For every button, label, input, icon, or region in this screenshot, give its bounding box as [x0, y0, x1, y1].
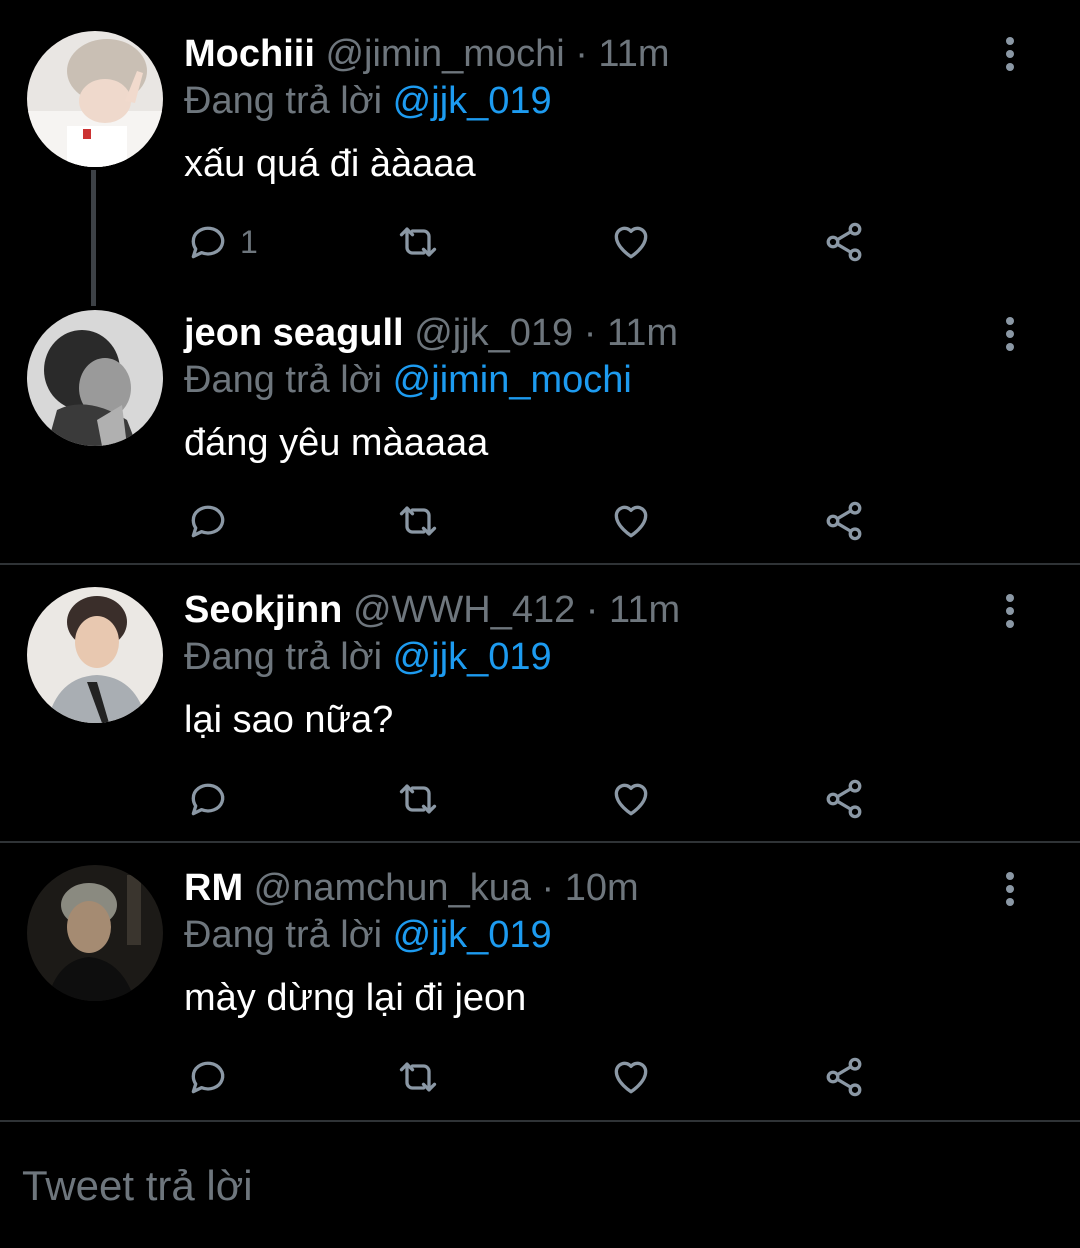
- tweet-text: đáng yêu màaaaa: [184, 422, 489, 464]
- reply-icon: [191, 783, 225, 816]
- timestamp[interactable]: · 11m: [586, 589, 680, 631]
- display-name[interactable]: Seokjinn: [184, 589, 342, 631]
- avatar[interactable]: [27, 865, 163, 1001]
- retweet-button[interactable]: [396, 218, 440, 266]
- replying-to: Đang trả lời @jjk_019: [184, 77, 552, 125]
- share-icon: [826, 779, 862, 819]
- share-button[interactable]: [822, 218, 866, 266]
- tweet-header: jeon seagull @jjk_019 · 11m: [184, 309, 678, 357]
- reply-count: 1: [240, 223, 258, 260]
- reply-icon: [191, 226, 225, 259]
- mention-link[interactable]: @jjk_019: [393, 914, 552, 956]
- user-handle[interactable]: @jimin_mochi: [325, 33, 564, 75]
- tweet-1[interactable]: Mochiii @jimin_mochi · 11m Đang trả lời …: [0, 0, 1080, 300]
- heart-icon: [614, 1061, 648, 1094]
- tweet-header: Seokjinn @WWH_412 · 11m: [184, 586, 680, 634]
- avatar[interactable]: [27, 310, 163, 446]
- retweet-icon: [399, 227, 437, 257]
- timestamp[interactable]: · 10m: [542, 867, 639, 909]
- tweet-text: mày dừng lại đi jeon: [184, 977, 527, 1019]
- like-button[interactable]: [609, 1053, 653, 1101]
- tweet-text: lại sao nữa?: [184, 699, 394, 741]
- avatar[interactable]: [27, 31, 163, 167]
- tweet-3[interactable]: Seokjinn @WWH_412 · 11m Đang trả lời @jj…: [0, 566, 1080, 840]
- tweet-4[interactable]: RM @namchun_kua · 10m Đang trả lời @jjk_…: [0, 844, 1080, 1118]
- replying-to-label: Đang trả lời: [184, 359, 393, 401]
- divider: [0, 841, 1080, 843]
- more-vertical-icon[interactable]: [990, 591, 1030, 631]
- more-vertical-icon[interactable]: [990, 34, 1030, 74]
- heart-icon: [614, 226, 648, 259]
- retweet-icon: [399, 784, 437, 814]
- retweet-icon: [399, 506, 437, 536]
- mention-link[interactable]: @jimin_mochi: [393, 359, 632, 401]
- heart-icon: [614, 505, 648, 538]
- tweet-2[interactable]: jeon seagull @jjk_019 · 11m Đang trả lời…: [0, 300, 1080, 562]
- share-icon: [826, 1057, 862, 1097]
- display-name[interactable]: RM: [184, 867, 243, 909]
- display-name[interactable]: Mochiii: [184, 33, 315, 75]
- retweet-button[interactable]: [396, 497, 440, 545]
- replying-to-label: Đang trả lời: [184, 636, 393, 678]
- retweet-icon: [399, 1062, 437, 1092]
- timestamp[interactable]: · 11m: [584, 312, 678, 354]
- timestamp[interactable]: · 11m: [575, 33, 669, 75]
- reply-button[interactable]: 1: [186, 218, 258, 266]
- divider: [0, 1120, 1080, 1122]
- reply-button[interactable]: [186, 497, 240, 545]
- reply-button[interactable]: [186, 1053, 240, 1101]
- like-button[interactable]: [609, 218, 653, 266]
- mention-link[interactable]: @jjk_019: [393, 80, 552, 122]
- user-handle[interactable]: @WWH_412: [353, 589, 575, 631]
- tweet-header: Mochiii @jimin_mochi · 11m: [184, 30, 670, 78]
- share-icon: [826, 222, 862, 262]
- retweet-button[interactable]: [396, 1053, 440, 1101]
- retweet-button[interactable]: [396, 775, 440, 823]
- divider: [0, 563, 1080, 565]
- share-button[interactable]: [822, 1053, 866, 1101]
- heart-icon: [614, 783, 648, 816]
- replying-to: Đang trả lời @jimin_mochi: [184, 356, 632, 404]
- share-button[interactable]: [822, 497, 866, 545]
- mention-link[interactable]: @jjk_019: [393, 636, 552, 678]
- replying-to-label: Đang trả lời: [184, 80, 393, 122]
- reply-button[interactable]: [186, 775, 240, 823]
- like-button[interactable]: [609, 775, 653, 823]
- tweet-text: xấu quá đi ààaaa: [184, 143, 476, 185]
- user-handle[interactable]: @namchun_kua: [254, 867, 531, 909]
- display-name[interactable]: jeon seagull: [184, 312, 404, 354]
- avatar[interactable]: [27, 587, 163, 723]
- replying-to-label: Đang trả lời: [184, 914, 393, 956]
- like-button[interactable]: [609, 497, 653, 545]
- tweet-header: RM @namchun_kua · 10m: [184, 864, 639, 912]
- user-handle[interactable]: @jjk_019: [414, 312, 573, 354]
- more-vertical-icon[interactable]: [990, 314, 1030, 354]
- share-icon: [826, 501, 862, 541]
- reply-icon: [191, 505, 225, 538]
- replying-to: Đang trả lời @jjk_019: [184, 633, 552, 681]
- share-button[interactable]: [822, 775, 866, 823]
- more-vertical-icon[interactable]: [990, 869, 1030, 909]
- reply-compose-input[interactable]: Tweet trả lời: [22, 1158, 253, 1214]
- replying-to: Đang trả lời @jjk_019: [184, 911, 552, 959]
- reply-icon: [191, 1061, 225, 1094]
